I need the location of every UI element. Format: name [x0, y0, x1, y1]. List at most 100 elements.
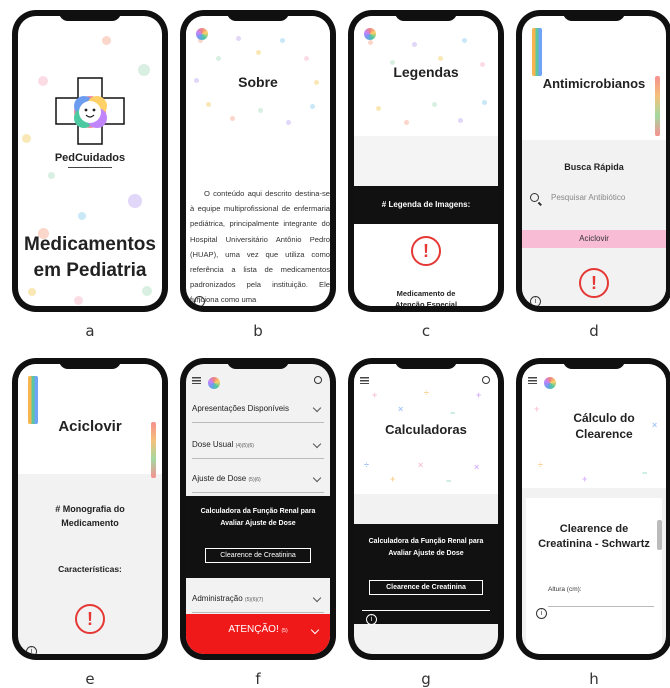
app-logo-icon	[196, 28, 208, 40]
info-icon[interactable]: i	[536, 608, 547, 619]
phone-d: Antimicrobianos Busca Rápida Pesquisar A…	[516, 10, 670, 312]
section-label: Apresentações Disponíveis	[192, 403, 289, 413]
creatinine-clearance-button[interactable]: Clearence de Creatinina	[369, 580, 483, 595]
page-title: Cálculo do Clearence	[573, 411, 635, 441]
section-label: Administração	[192, 593, 243, 603]
caption-a: a	[85, 322, 95, 340]
screen-antimicrobianos: Antimicrobianos Busca Rápida Pesquisar A…	[522, 16, 666, 306]
caption-g: g	[421, 670, 431, 688]
attention-ref: (5)	[281, 628, 288, 634]
search-icon[interactable]	[314, 376, 322, 384]
renal-calculator-panel: Calculadora da Função Renal para Avaliar…	[186, 496, 330, 578]
screen-sobre: Sobre O conteúdo aqui descrito destina-s…	[186, 16, 330, 306]
warning-label: Medicamento de Atenção Especial	[394, 289, 458, 306]
search-placeholder: Pesquisar Antibiótico	[551, 193, 626, 202]
plus-cross-logo	[55, 77, 125, 145]
body-text: O conteúdo aqui descrito destina-se à eq…	[190, 189, 330, 305]
page-title: Calculadoras	[385, 422, 467, 437]
phone-b: Sobre O conteúdo aqui descrito destina-s…	[180, 10, 336, 312]
caption-e: e	[85, 670, 95, 688]
app-logo-icon	[544, 377, 556, 389]
section-label-wrap: Dose Usual (4)(5)(6)	[192, 440, 254, 449]
section-administration[interactable]: Administração (5)(6)(7)	[192, 584, 324, 613]
legend-header-text: # Legenda de Imagens:	[381, 200, 471, 209]
attention-label: ATENÇÃO!	[228, 624, 279, 635]
attention-banner[interactable]: ATENÇÃO! (5)	[186, 614, 330, 654]
notch	[59, 358, 121, 369]
legend-header-bar: # Legenda de Imagens:	[354, 186, 498, 224]
page-title: Legendas	[393, 64, 459, 80]
section-refs: (4)(5)(6)	[235, 442, 254, 449]
section-refs: (5)(6)	[248, 476, 261, 483]
page-title: Aciclovir	[58, 418, 122, 435]
height-input[interactable]	[548, 596, 654, 607]
warning-icon: !	[411, 236, 441, 266]
caption-c: c	[421, 322, 431, 340]
notch	[227, 358, 289, 369]
info-icon[interactable]: i	[26, 646, 37, 654]
section-usual-dose[interactable]: Dose Usual (4)(5)(6)	[192, 430, 324, 459]
screen-aciclovir: Aciclovir # Monografia do Medicamento Ca…	[18, 364, 162, 654]
hamburger-icon[interactable]	[192, 377, 201, 384]
section-refs: (5)(6)(7)	[244, 596, 264, 603]
notch	[563, 358, 625, 369]
phone-c: Legendas # Legenda de Imagens: ! Medicam…	[348, 10, 504, 312]
caption-h: h	[589, 670, 599, 688]
warning-icon: !	[579, 268, 609, 298]
splash-title-line2: em Pediatria	[33, 260, 147, 281]
notch	[227, 10, 289, 21]
hamburger-icon[interactable]	[528, 377, 537, 384]
warning-icon: !	[75, 604, 105, 634]
calculator-title: Calculadora da Função Renal para Avaliar…	[368, 538, 484, 557]
screen-splash: PedCuidados Medicamentos em Pediatria	[18, 16, 162, 306]
rainbow-stripes-icon	[532, 28, 542, 76]
app-logo-icon	[364, 28, 376, 40]
creatinine-clearance-button[interactable]: Clearence de Creatinina	[205, 548, 311, 563]
result-item-aciclovir[interactable]: Aciclovir	[522, 230, 666, 248]
rainbow-stripes-icon	[28, 376, 38, 424]
app-logo-icon	[208, 377, 220, 389]
info-icon[interactable]: i	[530, 296, 541, 306]
caption-b: b	[253, 322, 263, 340]
phone-e: Aciclovir # Monografia do Medicamento Ca…	[12, 358, 168, 660]
splash-title-line1: Medicamentos	[24, 234, 156, 255]
section-presentations[interactable]: Apresentações Disponíveis	[192, 394, 324, 423]
search-icon[interactable]	[482, 376, 490, 384]
section-label: Ajuste de Dose	[192, 473, 247, 483]
chevron-down-icon	[312, 403, 322, 413]
page-title: Sobre	[238, 74, 278, 90]
screen-calculadoras: + × ÷ − + ÷ + × − × Calculadoras Calcula…	[354, 364, 498, 654]
section-label: Dose Usual	[192, 439, 234, 449]
notch	[395, 10, 457, 21]
notch	[395, 358, 457, 369]
phone-g: + × ÷ − + ÷ + × − × Calculadoras Calcula…	[348, 358, 504, 660]
search-icon	[530, 193, 539, 202]
scrollbar[interactable]	[657, 520, 662, 550]
screen-monograph-detail: Apresentações Disponíveis Dose Usual (4)…	[186, 364, 330, 654]
notch	[563, 10, 625, 21]
screen-clearance-calculator: + × ÷ − + Cálculo do Clearence Clearence…	[522, 364, 666, 654]
section-label-wrap: Administração (5)(6)(7)	[192, 594, 263, 603]
section-label-wrap: Ajuste de Dose (5)(6)	[192, 474, 261, 483]
hamburger-icon[interactable]	[360, 377, 369, 384]
chevron-down-icon	[310, 625, 320, 635]
chevron-down-icon	[312, 473, 322, 483]
slider-track[interactable]	[362, 610, 490, 611]
phone-a: PedCuidados Medicamentos em Pediatria	[12, 10, 168, 312]
chevron-down-icon	[312, 593, 322, 603]
section-dose-adjustment[interactable]: Ajuste de Dose (5)(6)	[192, 464, 324, 493]
brand-name: PedCuidados	[54, 152, 126, 164]
info-icon[interactable]: i	[194, 296, 205, 306]
monograph-heading: # Monografia do Medicamento	[55, 504, 125, 528]
caption-d: d	[589, 322, 599, 340]
clearance-heading: Clearence de Creatinina - Schwartz	[538, 523, 650, 550]
calculator-title: Calculadora da Função Renal para Avaliar…	[200, 508, 316, 527]
phone-f: Apresentações Disponíveis Dose Usual (4)…	[180, 358, 336, 660]
chevron-down-icon	[312, 439, 322, 449]
search-input[interactable]: Pesquisar Antibiótico	[530, 193, 658, 202]
info-icon[interactable]: i	[366, 614, 377, 625]
quick-search-title: Busca Rápida	[564, 162, 624, 172]
screen-legendas: Legendas # Legenda de Imagens: ! Medicam…	[354, 16, 498, 306]
phone-h: + × ÷ − + Cálculo do Clearence Clearence…	[516, 358, 670, 660]
height-field-label: Altura (cm):	[548, 586, 582, 593]
